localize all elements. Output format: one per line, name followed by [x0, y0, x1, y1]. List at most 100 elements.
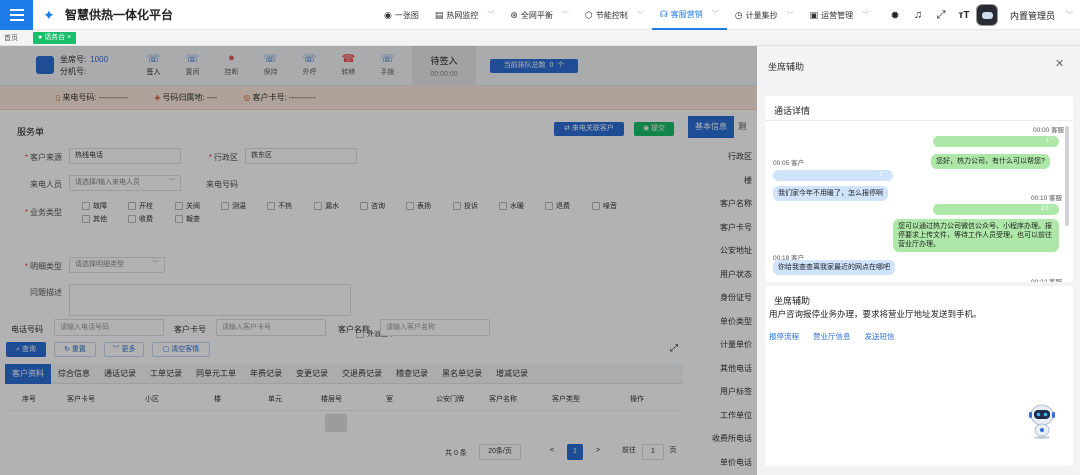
nav-item[interactable]: ◉ 一张图	[376, 0, 427, 30]
biz-type-checkbox[interactable]: 收费	[128, 214, 153, 224]
page-1-button[interactable]: 1	[567, 444, 583, 460]
nav-item[interactable]: ☊ 客服营销 ﹀	[651, 0, 727, 30]
search-phone-input[interactable]: 请输入电话号码	[54, 319, 164, 336]
bell-icon[interactable]: ♫	[911, 9, 925, 21]
font-size-icon[interactable]: тT	[957, 10, 971, 21]
desc-textarea[interactable]	[69, 284, 351, 316]
assist-link[interactable]: 发送短信	[865, 331, 895, 342]
call-button[interactable]: ☏ 手拨	[368, 52, 407, 77]
call-button[interactable]: ☏ 外呼	[290, 52, 329, 77]
chat-scrollbar[interactable]	[1065, 126, 1069, 226]
biz-type-checkbox[interactable]: 开栓	[128, 201, 153, 211]
biz-type-checkbox[interactable]: 退费	[545, 201, 570, 211]
avatar[interactable]	[976, 4, 998, 26]
goto-page-input[interactable]: 1	[642, 444, 664, 460]
agent-icon	[36, 56, 54, 74]
record-tab[interactable]: 增减记录	[489, 364, 535, 384]
biz-type-checkbox[interactable]: 投诉	[453, 201, 478, 211]
search-name-input[interactable]: 请输入客户名称	[380, 319, 490, 336]
prev-page-button[interactable]: <	[545, 444, 559, 460]
call-button[interactable]: ☏ 签入	[134, 52, 173, 77]
biz-type-checkbox[interactable]: 其他	[82, 214, 107, 224]
caller-info-bar: ▯ 来电号码: ----------- ◈ 号码归属地: ---- ◎ 客户卡号: -…	[0, 86, 757, 110]
column-header: 客户类型	[552, 396, 580, 403]
call-button[interactable]: ☎ 转移	[329, 52, 368, 77]
more-button[interactable]: ﹀ 更多	[104, 342, 144, 357]
settings-icon[interactable]: ✹	[888, 9, 902, 22]
call-button[interactable]: ● 挂断	[212, 52, 251, 77]
query-button[interactable]: ⌕ 查询	[6, 342, 46, 357]
close-icon[interactable]: ✕	[1055, 57, 1064, 70]
pager-total: 共 0 条	[445, 450, 467, 457]
nav-item[interactable]: ⬡ 节能控制 ﹀	[577, 0, 652, 30]
biz-type-checkbox[interactable]: 報查	[175, 214, 200, 224]
assist-link[interactable]: 报停流程	[769, 331, 799, 342]
voice-message[interactable]: 22''	[933, 204, 1059, 215]
biz-type-label: 噪音	[603, 203, 617, 210]
call-button[interactable]: ☏ 置闲	[173, 52, 212, 77]
nav-item[interactable]: ▣ 运营管理 ﹀	[802, 0, 878, 30]
biz-type-label-text: 业务类型	[30, 208, 62, 217]
record-tab[interactable]: 交退费记录	[335, 364, 389, 384]
biz-type-checkbox[interactable]: 漏水	[314, 201, 339, 211]
record-tab[interactable]: 年费记录	[243, 364, 289, 384]
nav-item[interactable]: ⊛ 全网平衡 ﹀	[502, 0, 577, 30]
reset-button[interactable]: ↻ 重置	[54, 342, 96, 357]
biz-type-label: * 业务类型	[24, 208, 62, 217]
record-tab[interactable]: 变更记录	[289, 364, 335, 384]
nav-item[interactable]: ◷ 计量集抄 ﹀	[727, 0, 802, 30]
user-name[interactable]: 内置管理员	[1010, 9, 1055, 22]
record-tab[interactable]: 稽查记录	[389, 364, 435, 384]
voice-duration: 1''	[1045, 138, 1054, 144]
caller-phone-label: 来电号码:	[62, 93, 97, 102]
record-tab[interactable]: 同单元工单	[189, 364, 243, 384]
submit-button[interactable]: ◉ 提交	[634, 122, 674, 136]
dial-out-icon: ☏	[302, 53, 317, 65]
search-card-input[interactable]: 请输入客户卡号	[216, 319, 326, 336]
chat-transcript[interactable]: 00:00 客服 1'' 您好，热力公司，有什么可以帮您? 00:05 客户 2'' 我们…	[765, 122, 1073, 282]
caller-card-label: 客户卡号:	[252, 93, 287, 102]
chevron-down-icon: ﹀	[487, 12, 495, 19]
call-button[interactable]: ☏ 保持	[251, 52, 290, 77]
next-page-button[interactable]: >	[591, 444, 605, 460]
expand-icon[interactable]: ⤢	[670, 343, 678, 354]
tab-basic-info[interactable]: 基本信息	[688, 116, 734, 138]
caller-person-select[interactable]: 请选择/输入来电人员 ﹀	[69, 175, 181, 191]
district-field[interactable]: 铁东区	[245, 148, 357, 164]
record-tab[interactable]: 黑名单记录	[435, 364, 489, 384]
biz-type-checkbox[interactable]: 不热	[267, 201, 292, 211]
biz-type-checkbox[interactable]: 关阀	[175, 201, 200, 211]
nav-item[interactable]: ▤ 热网监控 ﹀	[427, 0, 503, 30]
biz-type-checkbox[interactable]: 表扬	[406, 201, 431, 211]
record-tab[interactable]: 综合信息	[51, 364, 97, 384]
fullscreen-icon[interactable]: ⤢	[934, 9, 948, 22]
detail-type-select[interactable]: 请选择明细类型 ﹀	[69, 257, 165, 273]
clear-button[interactable]: ▢ 清空客情	[152, 342, 210, 357]
record-tab[interactable]: 客户资料	[5, 364, 51, 384]
robot-assistant-icon[interactable]	[1027, 401, 1057, 439]
queue-count-button[interactable]: 当前排队总数 0 个	[490, 59, 578, 73]
voice-message[interactable]: 1''	[933, 136, 1059, 147]
page-size-select[interactable]: 20条/页	[479, 444, 521, 460]
caller-phone-form-label: 来电号码	[206, 180, 238, 189]
biz-type-checkbox[interactable]: 测温	[221, 201, 246, 211]
tab-call-desk[interactable]: ● 话务台 ×	[33, 32, 77, 44]
source-field[interactable]: 热线电话	[69, 148, 181, 164]
assist-link[interactable]: 营业厅信息	[813, 331, 851, 342]
search-card-label: 客户卡号	[174, 325, 206, 334]
chevron-down-icon[interactable]: ﹀	[1066, 10, 1073, 20]
record-tab[interactable]: 工单记录	[143, 364, 189, 384]
voice-message[interactable]: 2''	[773, 170, 893, 181]
tab-second-info[interactable]: 测	[738, 116, 746, 138]
link-caller-button[interactable]: ⇄ 来电关联客户	[554, 122, 624, 136]
district-label: * 行政区	[208, 153, 238, 162]
record-tab[interactable]: 通话记录	[97, 364, 143, 384]
biz-type-checkbox[interactable]: 故障	[82, 201, 107, 211]
menu-toggle-button[interactable]	[0, 0, 33, 30]
biz-type-checkbox[interactable]: 咨询	[360, 201, 385, 211]
tab-home[interactable]: 首页	[4, 33, 18, 43]
biz-type-label: 其他	[93, 216, 107, 223]
biz-type-checkbox[interactable]: 水暖	[499, 201, 524, 211]
biz-type-checkbox[interactable]: 噪音	[592, 201, 617, 211]
chevron-down-icon: ﹀	[786, 12, 794, 19]
